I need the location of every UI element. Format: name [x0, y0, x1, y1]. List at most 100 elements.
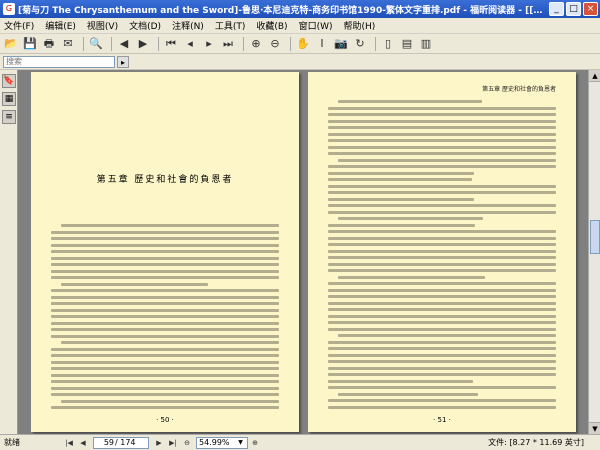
text-line [328, 353, 556, 357]
toolbar-separator [83, 36, 84, 51]
status-text: 就绪 [4, 438, 20, 447]
select-text-icon[interactable]: I [314, 36, 330, 52]
forward-icon[interactable]: ▶ [135, 36, 151, 52]
single-page-icon[interactable]: ▯ [380, 36, 396, 52]
menu-document[interactable]: 文档(D) [129, 19, 161, 32]
text-line [328, 347, 556, 350]
document-size: 文件: [8.27 * 11.69 英寸] [488, 438, 584, 447]
text-line [51, 321, 279, 325]
last-page-icon[interactable]: ▶| [166, 437, 180, 449]
rotate-icon[interactable]: ↻ [352, 36, 368, 52]
text-line [328, 314, 556, 318]
print-icon[interactable]: 🖶 [41, 36, 57, 52]
text-line [51, 295, 279, 299]
search-icon[interactable]: 🔍 [88, 36, 104, 52]
layers-tab-icon[interactable]: ≡ [2, 110, 16, 124]
zoom-in-icon[interactable]: ⊕ [248, 437, 262, 449]
text-line [328, 282, 556, 285]
search-bar: ▸ [0, 54, 600, 70]
text-line [328, 113, 556, 116]
first-page-icon[interactable]: ⏮ [163, 36, 179, 52]
menu-view[interactable]: 视图(V) [87, 19, 118, 32]
menu-help[interactable]: 帮助(H) [343, 19, 375, 32]
search-go-button[interactable]: ▸ [117, 55, 129, 68]
zoom-select[interactable]: ▼ [196, 436, 248, 449]
email-icon[interactable]: ✉ [60, 36, 76, 52]
text-line [61, 282, 208, 286]
text-line [328, 295, 556, 298]
search-input[interactable] [3, 55, 115, 68]
bookmarks-tab-icon[interactable]: 🔖 [2, 74, 16, 88]
scroll-up-icon[interactable]: ▲ [589, 70, 600, 82]
facing-icon[interactable]: ▥ [418, 36, 434, 52]
menu-window[interactable]: 窗口(W) [299, 19, 333, 32]
hand-icon[interactable]: ✋ [295, 36, 311, 52]
next-page-icon[interactable]: ▶ [152, 437, 166, 449]
text-line [51, 237, 279, 240]
text-line [328, 262, 556, 266]
thumbnails-tab-icon[interactable]: ▦ [2, 92, 16, 106]
text-line [51, 263, 279, 266]
menu-favorites[interactable]: 收藏(B) [256, 19, 287, 32]
menu-tools[interactable]: 工具(T) [215, 19, 246, 32]
maximize-button[interactable]: □ [566, 2, 581, 16]
zoom-in-icon[interactable]: ⊕ [248, 36, 264, 52]
menu-file[interactable]: 文件(F) [4, 19, 34, 32]
menu-bar: 文件(F) 编辑(E) 视图(V) 文档(D) 注释(N) 工具(T) 收藏(B… [0, 18, 600, 34]
current-page-input[interactable] [94, 437, 114, 448]
last-page-icon[interactable]: ⏭ [220, 36, 236, 52]
text-line [328, 321, 556, 324]
vertical-scrollbar[interactable]: ▲ ▼ [588, 70, 600, 434]
navigation-panel: 🔖 ▦ ≡ [0, 70, 18, 434]
text-line [51, 386, 279, 390]
text-line [51, 302, 279, 305]
text-line [328, 386, 556, 389]
toolbar-separator [111, 36, 112, 51]
text-line [328, 308, 556, 311]
document-viewer[interactable]: 第五章 歷史和社會的負恩者 · 50 · 第五章 歷史和社會的負恩者 · 51 … [19, 70, 588, 434]
text-line [328, 197, 475, 201]
text-line [51, 380, 279, 383]
menu-comment[interactable]: 注释(N) [172, 19, 204, 32]
zoom-out-icon[interactable]: ⊖ [180, 437, 194, 449]
page-number: · 51 · [433, 416, 451, 424]
snapshot-icon[interactable]: 📷 [333, 36, 349, 52]
back-icon[interactable]: ◀ [116, 36, 132, 52]
minimize-button[interactable]: _ [549, 2, 564, 16]
next-page-icon[interactable]: ▸ [201, 36, 217, 52]
text-line [338, 100, 483, 103]
text-line [328, 379, 473, 383]
text-line [328, 210, 556, 214]
text-line [328, 366, 556, 370]
text-line [328, 171, 474, 175]
text-line [328, 327, 556, 331]
close-button[interactable]: × [583, 2, 598, 16]
zoom-out-icon[interactable]: ⊖ [267, 36, 283, 52]
text-line [61, 224, 279, 227]
window-title: [菊与刀 The Chrysanthemum and the Sword]-鲁思… [18, 5, 549, 16]
continuous-icon[interactable]: ▤ [399, 36, 415, 52]
scroll-down-icon[interactable]: ▼ [589, 422, 600, 434]
zoom-input[interactable] [197, 437, 235, 448]
save-icon[interactable]: 💾 [22, 36, 38, 52]
scroll-thumb[interactable] [590, 220, 600, 254]
prev-page-icon[interactable]: ◀ [76, 437, 90, 449]
open-icon[interactable]: 📂 [3, 36, 19, 52]
text-line [61, 341, 279, 344]
text-line [328, 236, 556, 240]
text-line [51, 269, 279, 273]
text-line [328, 405, 556, 409]
prev-page-icon[interactable]: ◂ [182, 36, 198, 52]
text-line [51, 328, 279, 331]
text-line [328, 191, 556, 194]
text-line [328, 145, 556, 149]
chevron-down-icon[interactable]: ▼ [235, 439, 246, 446]
text-line [51, 315, 279, 318]
text-line [51, 393, 279, 396]
text-line [338, 217, 484, 220]
text-line [328, 223, 475, 227]
text-line [328, 152, 556, 155]
menu-edit[interactable]: 编辑(E) [45, 19, 76, 32]
first-page-icon[interactable]: |◀ [62, 437, 76, 449]
text-line [328, 269, 556, 272]
